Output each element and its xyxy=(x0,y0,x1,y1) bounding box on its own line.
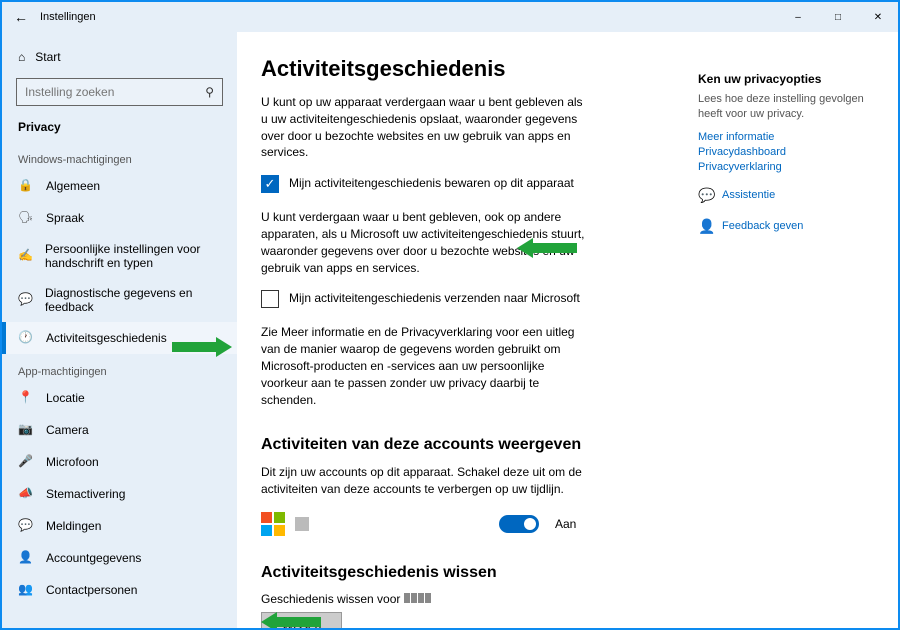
checkbox-2[interactable] xyxy=(261,290,279,308)
camera-icon: 📷 xyxy=(18,422,34,438)
nav-spraak[interactable]: 🗣Spraak xyxy=(2,202,237,234)
location-icon: 📍 xyxy=(18,390,34,406)
privacy-options-desc: Lees hoe deze instelling gevolgen heeft … xyxy=(698,92,868,123)
nav-camera[interactable]: 📷Camera xyxy=(2,414,237,446)
account-toggle[interactable] xyxy=(499,515,539,533)
checkbox-1[interactable]: ✓ xyxy=(261,175,279,193)
back-button[interactable]: ← xyxy=(14,9,28,25)
link-more-info[interactable]: Meer informatie xyxy=(698,131,868,143)
description-2: U kunt verdergaan waar u bent gebleven, … xyxy=(261,209,591,276)
subheading-clear: Activiteitsgeschiedenis wissen xyxy=(261,564,874,582)
sidebar: ⌂ Start ⚲ Privacy Windows-machtigingen 🔒… xyxy=(2,32,237,628)
description-3: Zie Meer informatie en de Privacyverklar… xyxy=(261,324,591,408)
account-icon: 👤 xyxy=(18,550,34,566)
account-name-redacted xyxy=(295,517,309,531)
clear-button[interactable]: Wissen xyxy=(261,612,342,628)
nav-algemeen[interactable]: 🔒Algemeen xyxy=(2,170,237,202)
close-button[interactable]: ✕ xyxy=(858,2,898,32)
nav-diagnostics[interactable]: 💬Diagnostische gegevens en feedback xyxy=(2,278,237,322)
titlebar: ← Instellingen – □ ✕ xyxy=(2,2,898,32)
nav-handschrift[interactable]: ✍Persoonlijke instellingen voor handschr… xyxy=(2,234,237,278)
activity-icon: 🕐 xyxy=(18,330,34,346)
link-privacy-dashboard[interactable]: Privacydashboard xyxy=(698,146,868,158)
nav-stemactivering[interactable]: 📣Stemactivering xyxy=(2,478,237,510)
window-title: Instellingen xyxy=(40,11,96,23)
microsoft-logo-icon xyxy=(261,512,285,536)
lock-icon: 🔒 xyxy=(18,178,34,194)
maximize-button[interactable]: □ xyxy=(818,2,858,32)
subheading-accounts: Activiteiten van deze accounts weergeven xyxy=(261,436,874,454)
checkbox-1-label: Mijn activiteitengeschiedenis bewaren op… xyxy=(289,175,574,190)
nav-accountgegevens[interactable]: 👤Accountgegevens xyxy=(2,542,237,574)
checkbox-send-microsoft[interactable]: Mijn activiteitengeschiedenis verzenden … xyxy=(261,290,874,308)
minimize-button[interactable]: – xyxy=(778,2,818,32)
voice-activation-icon: 📣 xyxy=(18,486,34,502)
home-icon: ⌂ xyxy=(18,50,25,64)
help-assistentie[interactable]: 💬Assistentie xyxy=(698,187,868,204)
annotation-arrow-3 xyxy=(354,616,414,628)
search-box[interactable]: ⚲ xyxy=(16,78,223,106)
contacts-icon: 👥 xyxy=(18,582,34,598)
speech-icon: 🗣 xyxy=(18,210,34,226)
home-button[interactable]: ⌂ Start xyxy=(2,42,237,72)
feedback-person-icon: 👤 xyxy=(698,218,714,235)
feedback-icon: 💬 xyxy=(18,292,33,308)
description-1: U kunt op uw apparaat verdergaan waar u … xyxy=(261,94,591,161)
help-feedback[interactable]: 👤Feedback geven xyxy=(698,218,868,235)
section-label-windows: Windows-machtigingen xyxy=(2,142,237,170)
search-icon: ⚲ xyxy=(205,85,214,99)
nav-locatie[interactable]: 📍Locatie xyxy=(2,382,237,414)
nav-meldingen[interactable]: 💬Meldingen xyxy=(2,510,237,542)
toggle-state-label: Aan xyxy=(555,517,576,531)
right-info-column: Ken uw privacyopties Lees hoe deze inste… xyxy=(698,72,868,235)
section-label-apps: App-machtigingen xyxy=(2,354,237,382)
help-icon: 💬 xyxy=(698,187,714,204)
account-redacted xyxy=(404,592,432,606)
nav-contactpersonen[interactable]: 👥Contactpersonen xyxy=(2,574,237,606)
home-label: Start xyxy=(35,50,60,64)
ink-icon: ✍ xyxy=(18,248,33,264)
search-input[interactable] xyxy=(25,85,205,99)
nav-activiteitsgeschiedenis[interactable]: 🕐Activiteitsgeschiedenis xyxy=(2,322,237,354)
checkbox-2-label: Mijn activiteitengeschiedenis verzenden … xyxy=(289,290,580,305)
clear-label-row: Geschiedenis wissen voor xyxy=(261,592,874,606)
notifications-icon: 💬 xyxy=(18,518,34,534)
microphone-icon: 🎤 xyxy=(18,454,34,470)
nav-microfoon[interactable]: 🎤Microfoon xyxy=(2,446,237,478)
privacy-options-heading: Ken uw privacyopties xyxy=(698,72,868,86)
accounts-description: Dit zijn uw accounts op dit apparaat. Sc… xyxy=(261,464,591,498)
link-privacy-statement[interactable]: Privacyverklaring xyxy=(698,161,868,173)
current-category: Privacy xyxy=(2,112,237,142)
